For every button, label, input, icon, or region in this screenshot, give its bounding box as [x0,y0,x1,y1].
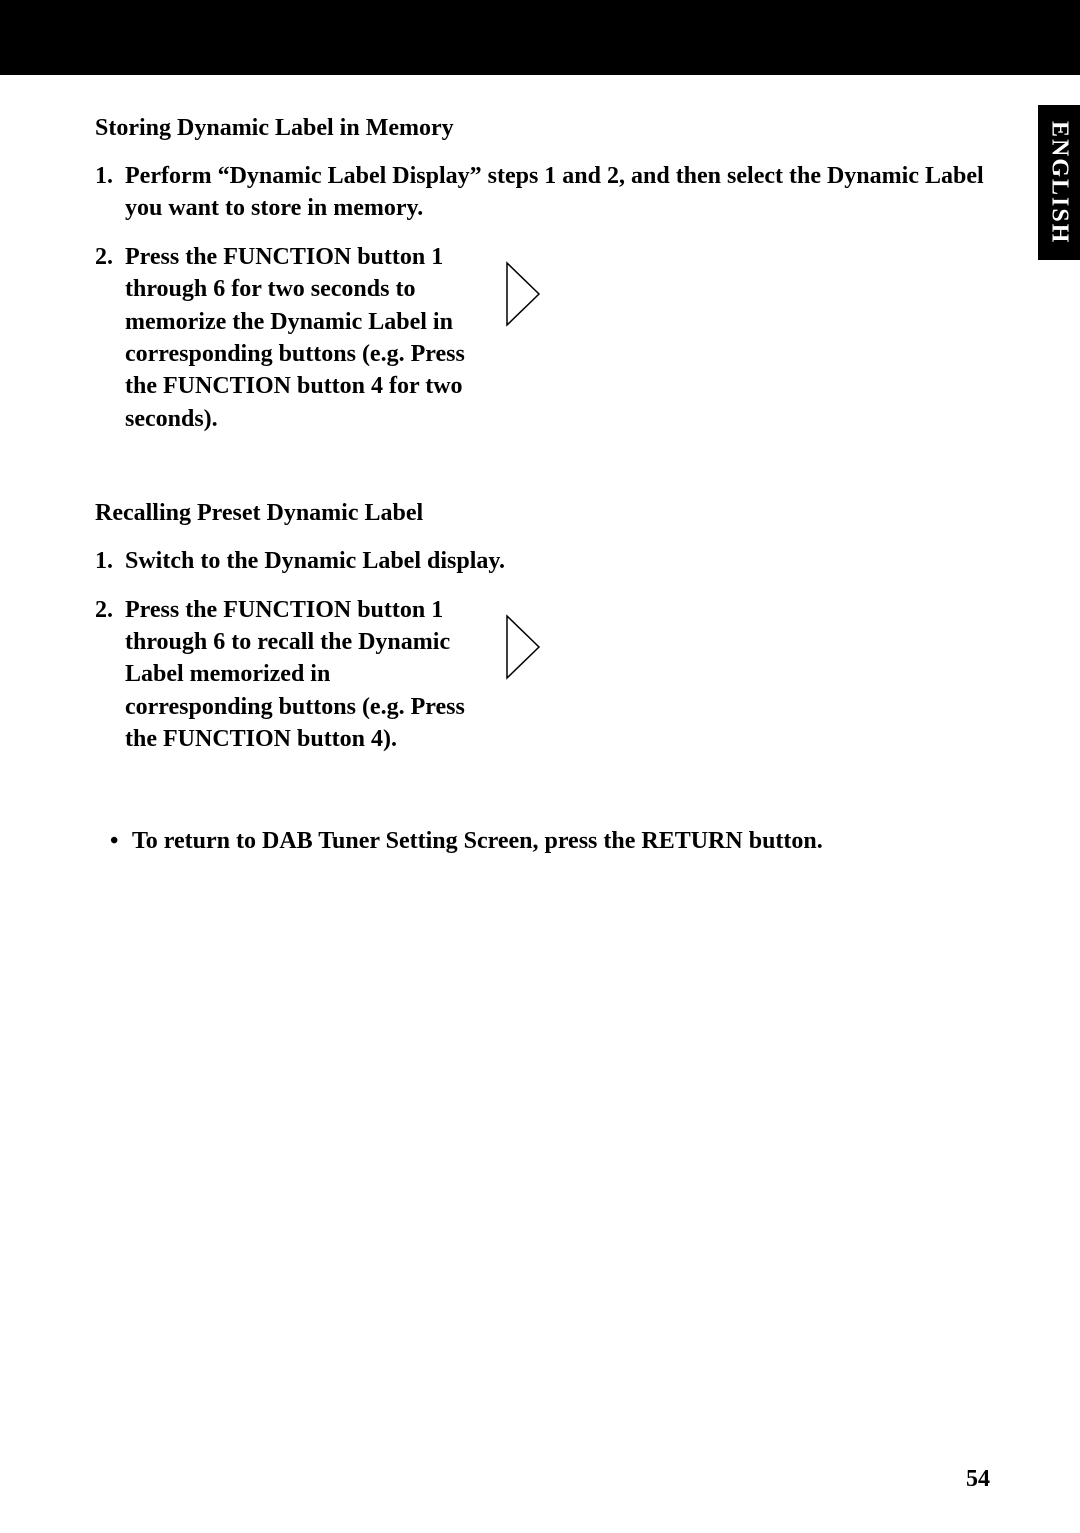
step-number: 1. [95,160,125,225]
bullet-text: To return to DAB Tuner Setting Screen, p… [132,825,823,857]
step-text: Switch to the Dynamic Label display. [125,545,990,577]
section1-step2-row: 2. Press the FUNCTION button 1 through 6… [95,241,990,445]
section2-step1: 1. Switch to the Dynamic Label display. [95,545,990,577]
language-tab: ENGLISH [1038,105,1080,260]
step-text: Press the FUNCTION button 1 through 6 to… [125,594,475,756]
section2-step2-row: 2. Press the FUNCTION button 1 through 6… [95,594,990,766]
section1-step1: 1. Perform “Dynamic Label Display” steps… [95,160,990,225]
step-text: Press the FUNCTION button 1 through 6 fo… [125,241,475,435]
page-number: 54 [966,1466,990,1493]
bullet-dot: • [110,825,132,857]
section1-step2: 2. Press the FUNCTION button 1 through 6… [95,241,475,435]
step-text: Perform “Dynamic Label Display” steps 1 … [125,160,990,225]
arrow-right-icon [505,261,541,327]
return-note: • To return to DAB Tuner Setting Screen,… [110,825,990,857]
step-number: 1. [95,545,125,577]
section2-step2: 2. Press the FUNCTION button 1 through 6… [95,594,475,756]
section-heading-recalling: Recalling Preset Dynamic Label [95,500,990,527]
arrow-right-icon [505,614,541,680]
page-content: Storing Dynamic Label in Memory 1. Perfo… [0,75,1080,858]
header-bar [0,0,1080,75]
step-number: 2. [95,241,125,435]
step-number: 2. [95,594,125,756]
section-heading-storing: Storing Dynamic Label in Memory [95,115,990,142]
language-label: ENGLISH [1046,121,1073,244]
